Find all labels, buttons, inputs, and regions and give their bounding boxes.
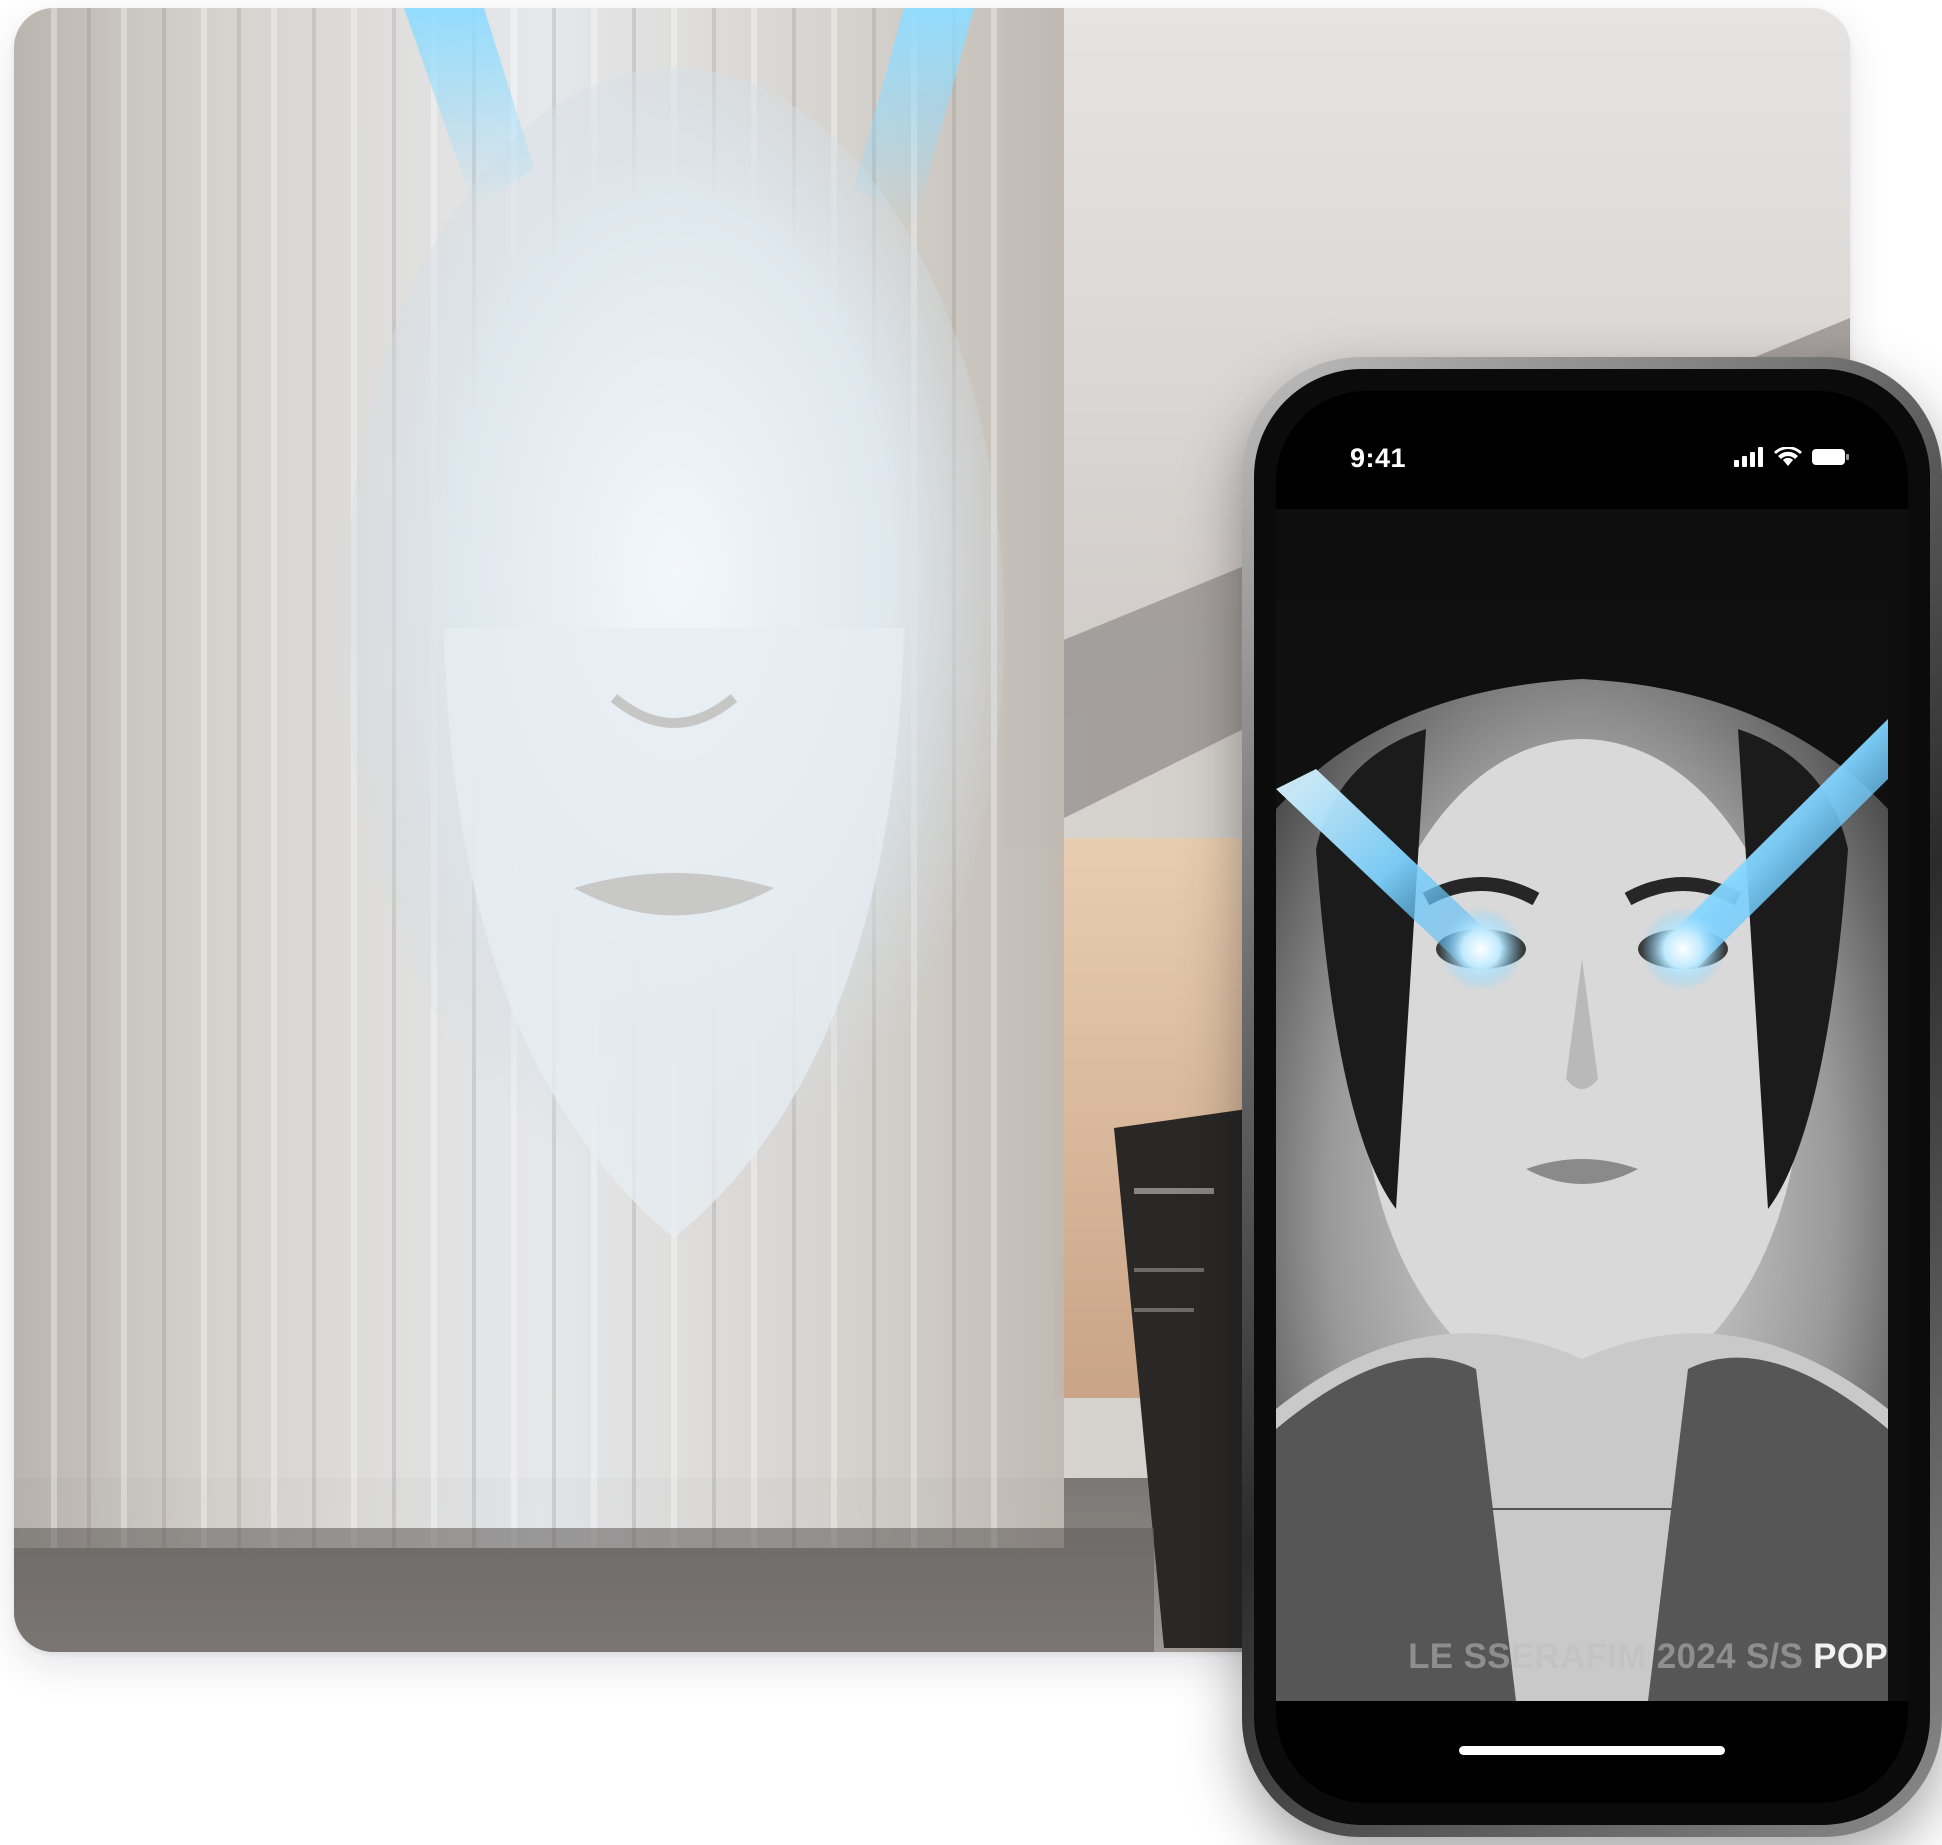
story-image-area: LE SSERAFIM 2024 S/S POP bbox=[1276, 509, 1908, 1701]
home-indicator[interactable] bbox=[1459, 1746, 1725, 1755]
story-caption-faded: LE SSERAFIM 2024 S/S bbox=[1408, 1637, 1814, 1676]
status-time: 9:41 bbox=[1350, 443, 1407, 473]
portrait-image bbox=[1276, 509, 1888, 1701]
status-bar: 9:41 bbox=[1276, 391, 1908, 501]
wifi-icon bbox=[1774, 447, 1802, 466]
phone-screen: 9:41 LE SSERAFIM 2024 S/S POP bbox=[1276, 391, 1908, 1803]
story-caption-strong: POP bbox=[1813, 1637, 1888, 1676]
stage: 9:41 LE SSERAFIM 2024 S/S POP bbox=[0, 0, 1942, 1845]
signal-icon bbox=[1734, 447, 1763, 467]
story-caption: LE SSERAFIM 2024 S/S POP bbox=[1408, 1637, 1888, 1677]
phone-mockup: 9:41 LE SSERAFIM 2024 S/S POP bbox=[1242, 357, 1942, 1837]
battery-icon bbox=[1812, 449, 1849, 465]
phone-bezel: 9:41 LE SSERAFIM 2024 S/S POP bbox=[1254, 369, 1930, 1825]
status-icons bbox=[1734, 447, 1850, 467]
